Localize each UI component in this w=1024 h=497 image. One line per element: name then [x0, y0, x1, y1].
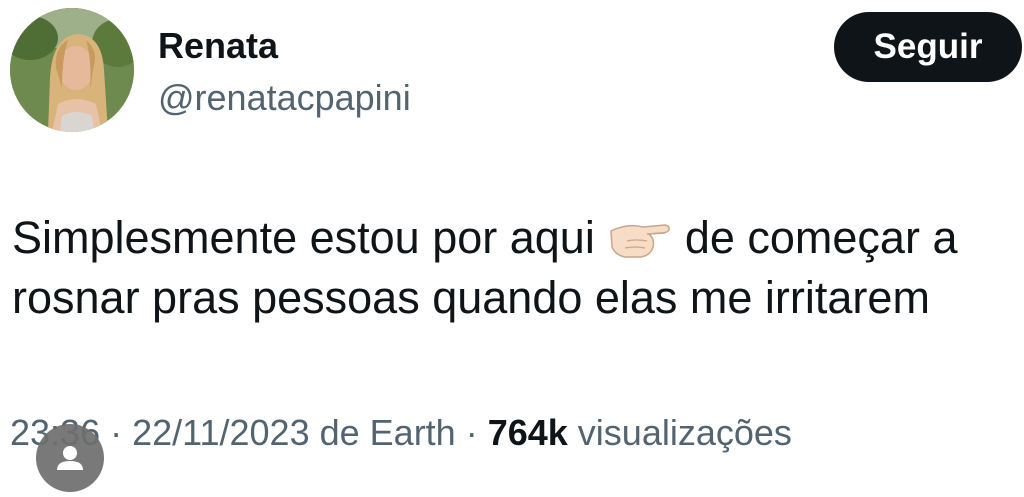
tweet-card: Renata @renatacpapini Seguir Simplesment…: [0, 0, 1024, 492]
person-icon: [57, 446, 83, 470]
pinching-hand-icon: [610, 224, 670, 258]
tweet-meta: 23:36 · 22/11/2023 de Earth · 764k visua…: [10, 410, 792, 456]
author-avatar[interactable]: [10, 8, 134, 132]
meta-separator: ·: [100, 412, 133, 453]
profile-overlay-button[interactable]: [36, 424, 104, 492]
tweet-date[interactable]: 22/11/2023: [132, 412, 310, 453]
views-label: visualizações: [567, 412, 792, 453]
tweet-text: Simplesmente estou por aqui de começar a…: [12, 208, 1017, 328]
avatar-photo: [10, 8, 134, 132]
tweet-text-part1: Simplesmente estou por aqui: [12, 212, 595, 263]
tweet-source: de Earth: [309, 412, 456, 453]
views-count[interactable]: 764k: [488, 412, 568, 453]
author-handle[interactable]: @renatacpapini: [158, 76, 411, 120]
meta-separator: ·: [455, 412, 488, 453]
follow-button[interactable]: Seguir: [834, 12, 1022, 82]
author-display-name[interactable]: Renata: [158, 24, 278, 68]
